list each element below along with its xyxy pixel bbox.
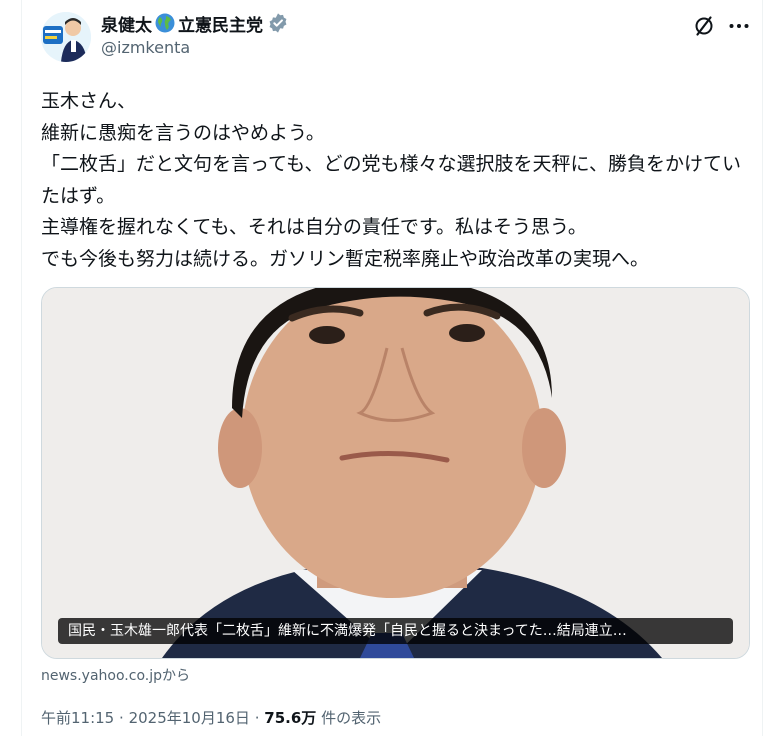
view-label: 件の表示 [321,709,382,727]
link-source[interactable]: news.yahoo.co.jpから [41,665,190,685]
author-handle[interactable]: @izmkenta [101,38,190,57]
link-card[interactable]: 国民・玉木雄一郎代表「二枚舌」維新に不満爆発「自民と握ると決まってた…結局連立… [41,287,750,659]
tweet-time[interactable]: 午前11:15 [41,709,114,727]
globe-emoji-icon [155,13,175,33]
article-photo [42,288,749,658]
author-name[interactable]: 泉健太 立憲民主党 [101,11,289,36]
meta-separator: · [119,709,124,727]
link-card-caption: 国民・玉木雄一郎代表「二枚舌」維新に不満爆発「自民と握ると決まってた…結局連立… [58,618,733,644]
tweet-date[interactable]: 2025年10月16日 [129,709,250,727]
tweet-meta: 午前11:15 · 2025年10月16日 · 75.6万 件の表示 [41,707,381,728]
author-name-part2: 立憲民主党 [178,15,263,36]
avatar-image [41,12,91,62]
view-count: 75.6万 [264,709,317,727]
more-icon[interactable] [725,12,753,40]
tweet-text: 玉木さん、 維新に愚痴を言うのはやめよう。 「二枚舌」だと文句を言っても、どの党… [41,90,741,270]
author-name-part1: 泉健太 [101,15,152,36]
grok-icon[interactable] [690,12,718,40]
meta-separator-2: · [254,709,260,727]
verified-badge-icon[interactable] [267,12,289,34]
avatar[interactable] [41,12,91,62]
